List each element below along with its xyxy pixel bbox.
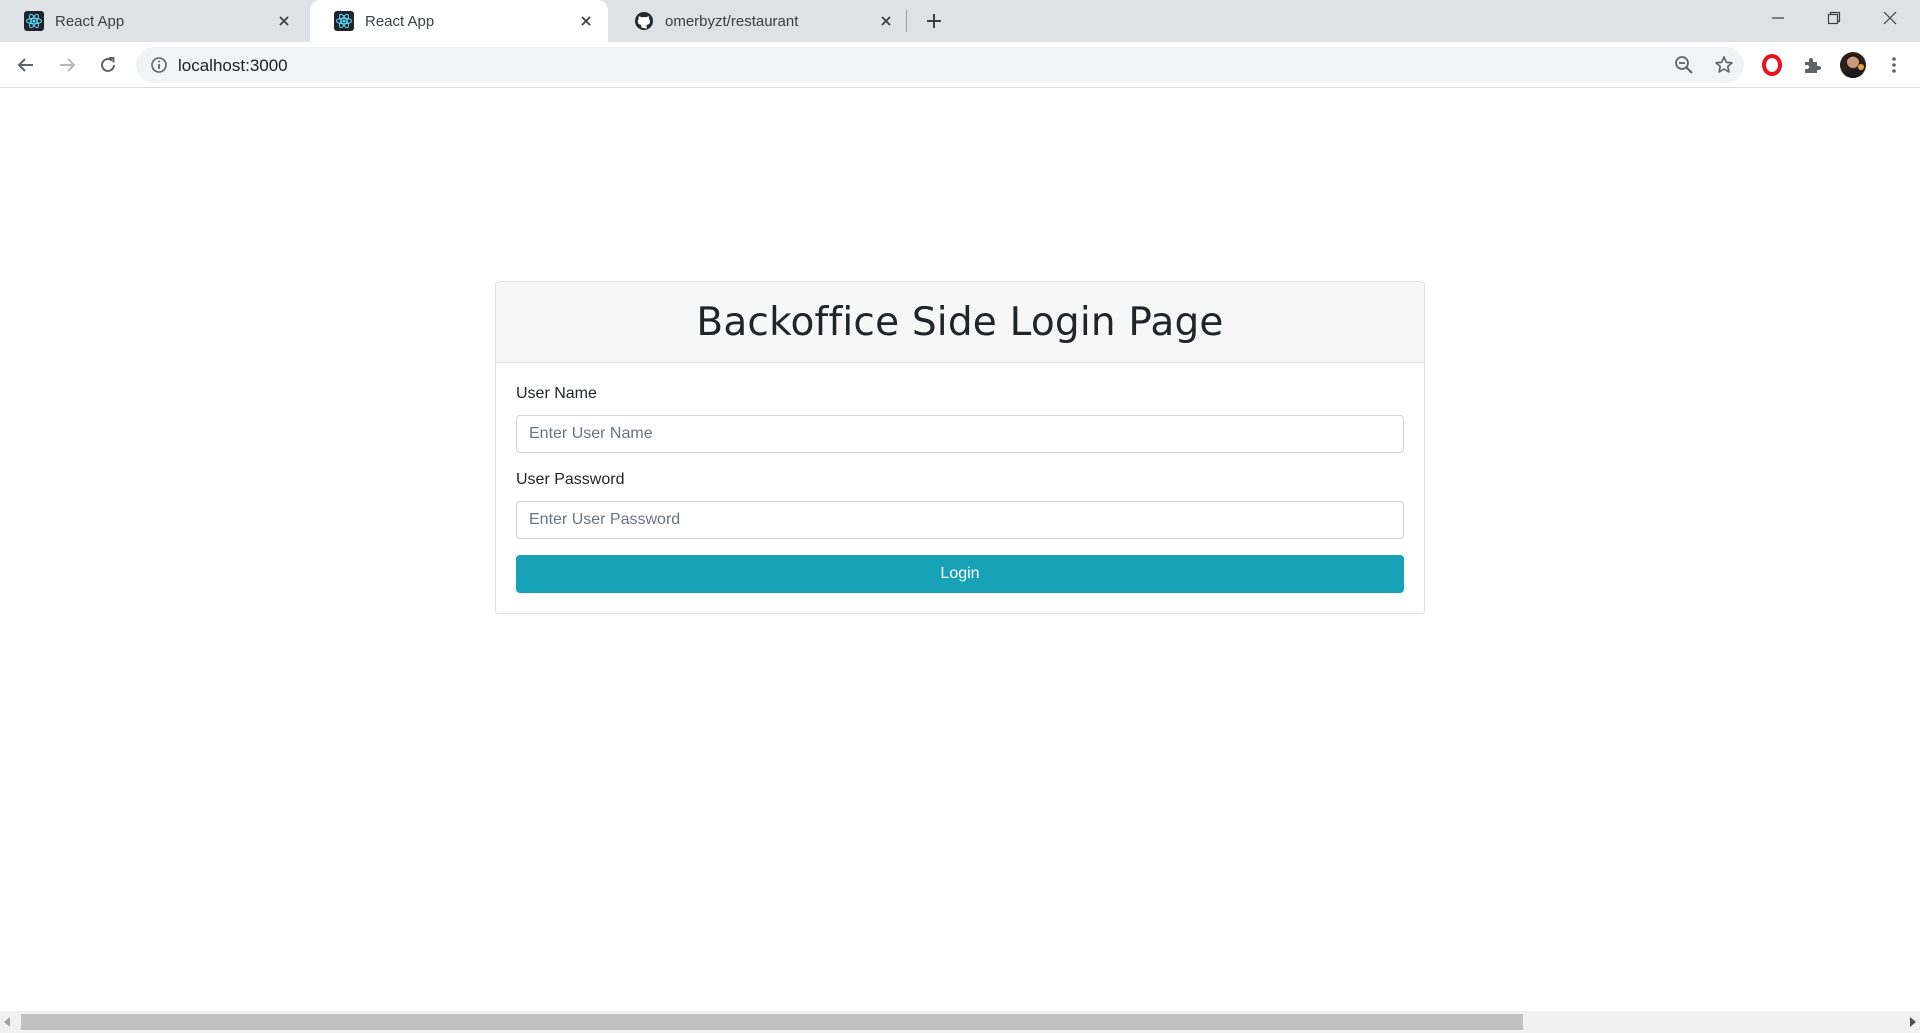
profile-avatar-button[interactable] — [1837, 49, 1869, 81]
restore-button[interactable] — [1806, 0, 1862, 36]
card-header: Backoffice Side Login Page — [496, 282, 1424, 363]
minimize-icon — [1772, 17, 1784, 19]
avatar — [1840, 52, 1866, 78]
scroll-right-icon[interactable] — [1910, 1017, 1916, 1027]
kebab-menu-icon — [1892, 57, 1896, 73]
login-card: Backoffice Side Login Page User Name Use… — [495, 281, 1425, 614]
tab-separator — [906, 10, 907, 32]
react-icon — [334, 11, 354, 31]
reload-button[interactable] — [92, 49, 124, 81]
scrollbar-thumb[interactable] — [21, 1014, 1523, 1030]
extensions-button[interactable] — [1796, 49, 1828, 81]
new-tab-button[interactable] — [920, 9, 948, 33]
tab-title: omerbyzt/restaurant — [665, 12, 799, 30]
horizontal-scrollbar[interactable] — [0, 1011, 1920, 1033]
close-icon — [1883, 11, 1897, 25]
page-viewport: Backoffice Side Login Page User Name Use… — [0, 89, 1920, 1011]
browser-menu-button[interactable] — [1878, 49, 1910, 81]
minimize-button[interactable] — [1750, 0, 1806, 36]
scroll-left-icon[interactable] — [4, 1017, 10, 1027]
zoom-out-icon[interactable] — [1674, 55, 1694, 75]
github-icon — [634, 11, 654, 31]
password-input[interactable] — [516, 501, 1404, 539]
password-label: User Password — [516, 471, 625, 488]
arrow-right-icon — [60, 58, 76, 72]
username-label: User Name — [516, 385, 597, 402]
close-icon[interactable] — [274, 11, 294, 31]
arrow-left-icon — [17, 58, 33, 72]
username-input[interactable] — [516, 415, 1404, 453]
close-window-button[interactable] — [1862, 0, 1918, 36]
login-button[interactable]: Login — [516, 555, 1404, 593]
tab-title: React App — [365, 12, 435, 30]
close-icon[interactable] — [876, 11, 896, 31]
tab-title: React App — [55, 12, 125, 30]
reload-icon — [101, 57, 115, 72]
page-title: Backoffice Side Login Page — [696, 299, 1224, 345]
opera-extension-button[interactable] — [1756, 49, 1788, 81]
close-icon[interactable] — [576, 11, 596, 31]
address-bar[interactable]: localhost:3000 — [136, 47, 1744, 83]
react-icon — [24, 11, 44, 31]
plus-icon — [927, 14, 941, 28]
tab-github-restaurant[interactable]: omerbyzt/restaurant — [610, 0, 908, 42]
browser-toolbar: localhost:3000 — [0, 42, 1920, 88]
forward-button[interactable] — [51, 49, 83, 81]
info-icon[interactable] — [150, 56, 168, 74]
url-text[interactable]: localhost:3000 — [178, 56, 288, 76]
back-button[interactable] — [10, 49, 42, 81]
puzzle-icon — [1805, 58, 1821, 73]
tab-react-app-1[interactable]: React App — [0, 0, 306, 42]
bookmark-star-icon[interactable] — [1714, 55, 1734, 75]
tab-strip: React App React App omerbyzt/restaurant — [0, 0, 1920, 42]
restore-icon — [1827, 11, 1841, 25]
opera-icon — [1762, 54, 1782, 76]
tab-react-app-2[interactable]: React App — [310, 0, 608, 42]
